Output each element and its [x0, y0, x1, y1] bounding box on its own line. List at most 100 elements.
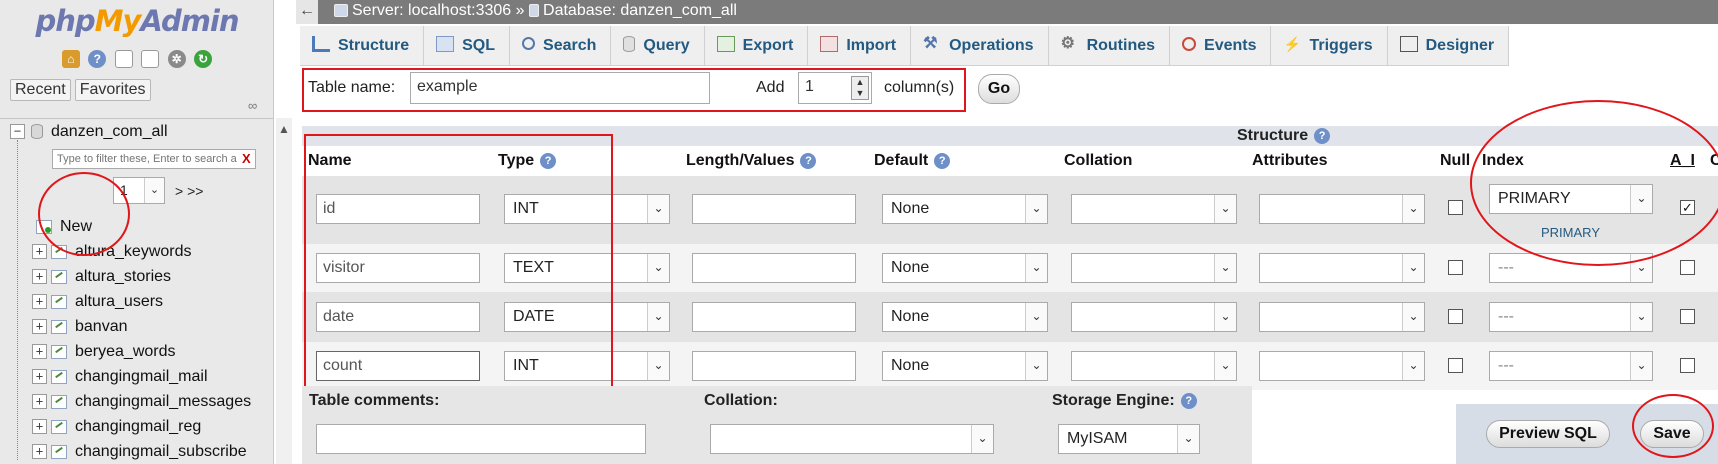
length-values-input[interactable]	[692, 253, 856, 283]
expand-icon[interactable]: +	[32, 269, 47, 285]
tab-import[interactable]: Import	[808, 26, 912, 66]
import-icon	[820, 35, 839, 52]
table-icon	[51, 294, 67, 309]
tree-table-item[interactable]: + changingmail_mail	[32, 368, 208, 386]
null-checkbox[interactable]	[1448, 200, 1463, 215]
tree-table-item[interactable]: + altura_stories	[32, 268, 171, 286]
length-values-input[interactable]	[692, 302, 856, 332]
chevron-down-icon: ⌄	[1025, 303, 1047, 331]
length-values-input[interactable]	[692, 351, 856, 381]
length-values-input[interactable]	[692, 194, 856, 224]
chevron-down-icon: ⌄	[1402, 352, 1424, 380]
breadcrumb-database[interactable]: Database: danzen_com_all	[543, 2, 737, 19]
scroll-up-icon[interactable]: ▲	[278, 122, 290, 136]
index-select[interactable]: --- ⌄	[1489, 351, 1653, 381]
tree-table-item[interactable]: + banvan	[32, 318, 128, 336]
phpmyadmin-logo[interactable]: phpMyAdmin	[0, 4, 273, 38]
tab-sql[interactable]: SQL	[424, 26, 511, 66]
collation-select[interactable]: ⌄	[1071, 253, 1237, 283]
header-collation: Collation	[1064, 152, 1133, 169]
help-icon[interactable]: ?	[800, 152, 817, 169]
null-checkbox[interactable]	[1448, 260, 1463, 275]
collation-select[interactable]: ⌄	[1071, 194, 1237, 224]
recent-button[interactable]: Recent	[10, 79, 71, 101]
null-checkbox[interactable]	[1448, 309, 1463, 324]
tab-events[interactable]: Events	[1170, 26, 1272, 66]
docs-icon[interactable]	[114, 50, 133, 68]
collation-select[interactable]: ⌄	[1071, 302, 1237, 332]
home-icon[interactable]: ⌂	[61, 50, 80, 68]
triggers-icon: ⚡	[1283, 35, 1301, 52]
table-comments-label: Table comments:	[309, 392, 440, 409]
breadcrumb-server[interactable]: Server: localhost:3306	[352, 2, 511, 19]
default-select[interactable]: None ⌄	[882, 194, 1048, 224]
query-icon	[623, 35, 636, 52]
tree-table-item[interactable]: + changingmail_messages	[32, 393, 251, 411]
tab-structure[interactable]: Structure	[300, 26, 425, 66]
chevron-down-icon: ⌄	[1025, 254, 1047, 282]
table-collation-select[interactable]: ⌄	[710, 424, 994, 454]
chevron-down-icon: ⌄	[971, 425, 993, 453]
attributes-select[interactable]: ⌄	[1259, 302, 1425, 332]
tab-designer[interactable]: Designer	[1387, 26, 1510, 66]
expand-icon[interactable]: +	[32, 369, 47, 385]
next-page-links[interactable]: > >>	[175, 183, 203, 199]
table-comments-input[interactable]	[316, 424, 646, 454]
expand-icon[interactable]: +	[32, 244, 47, 260]
index-select[interactable]: --- ⌄	[1489, 302, 1653, 332]
expand-icon[interactable]: +	[32, 344, 47, 360]
expand-icon[interactable]: +	[32, 294, 47, 310]
chevron-down-icon: ⌄	[647, 195, 669, 223]
favorites-button[interactable]: Favorites	[74, 79, 151, 101]
collation-select[interactable]: ⌄	[1071, 351, 1237, 381]
default-select[interactable]: None ⌄	[882, 302, 1048, 332]
expand-icon[interactable]: +	[32, 319, 47, 335]
help-icon[interactable]: ?	[1314, 127, 1331, 144]
database-icon	[529, 4, 540, 18]
tab-routines[interactable]: ⚙ Routines	[1048, 26, 1171, 66]
collapse-nav-button[interactable]: ←	[296, 0, 318, 24]
help-icon[interactable]: ?	[934, 152, 951, 169]
tree-table-item[interactable]: + changingmail_reg	[32, 418, 201, 436]
tree-database-item[interactable]: − danzen_com_all	[10, 123, 168, 141]
link-icon[interactable]: ∞	[248, 98, 257, 113]
expand-icon[interactable]: +	[32, 444, 47, 460]
attributes-select[interactable]: ⌄	[1259, 351, 1425, 381]
chevron-down-icon: ⌄	[1214, 303, 1236, 331]
breadcrumb: Server: localhost:3306 » Database: danze…	[334, 0, 737, 22]
tab-search[interactable]: Search	[510, 26, 612, 66]
header-attributes: Attributes	[1252, 152, 1328, 169]
tab-query[interactable]: Query	[611, 26, 705, 66]
table-icon	[51, 394, 67, 409]
default-select[interactable]: None ⌄	[882, 253, 1048, 283]
gear-icon[interactable]: ✲	[167, 50, 186, 68]
go-button[interactable]: Go	[978, 74, 1020, 104]
tab-operations[interactable]: ⚒ Operations	[911, 26, 1049, 66]
default-select[interactable]: None ⌄	[882, 351, 1048, 381]
server-icon	[334, 4, 348, 18]
storage-engine-select[interactable]: MyISAM ⌄	[1058, 424, 1200, 454]
filter-clear-button[interactable]: X	[242, 151, 251, 166]
help-icon[interactable]: ?	[88, 50, 107, 68]
reload-icon[interactable]: ↻	[194, 50, 213, 68]
auto-increment-checkbox[interactable]	[1680, 260, 1695, 275]
tree-table-item[interactable]: + beryea_words	[32, 343, 176, 361]
table-filter-input[interactable]	[52, 149, 256, 169]
expand-icon[interactable]: +	[32, 394, 47, 410]
attributes-select[interactable]: ⌄	[1259, 253, 1425, 283]
tree-table-item[interactable]: + changingmail_subscribe	[32, 443, 247, 461]
collapse-icon[interactable]: −	[10, 124, 25, 140]
copy-icon[interactable]	[141, 50, 160, 68]
auto-increment-checkbox[interactable]	[1680, 358, 1695, 373]
preview-sql-button[interactable]: Preview SQL	[1486, 420, 1610, 448]
tab-export[interactable]: Export	[704, 26, 809, 66]
tab-triggers[interactable]: ⚡ Triggers	[1271, 26, 1388, 66]
tree-table-item[interactable]: + altura_users	[32, 293, 163, 311]
expand-icon[interactable]: +	[32, 419, 47, 435]
attributes-select[interactable]: ⌄	[1259, 194, 1425, 224]
null-checkbox[interactable]	[1448, 358, 1463, 373]
help-icon[interactable]: ?	[1180, 392, 1197, 409]
structure-icon	[312, 35, 330, 52]
auto-increment-checkbox[interactable]	[1680, 309, 1695, 324]
nav-scrollbar[interactable]	[276, 118, 292, 464]
